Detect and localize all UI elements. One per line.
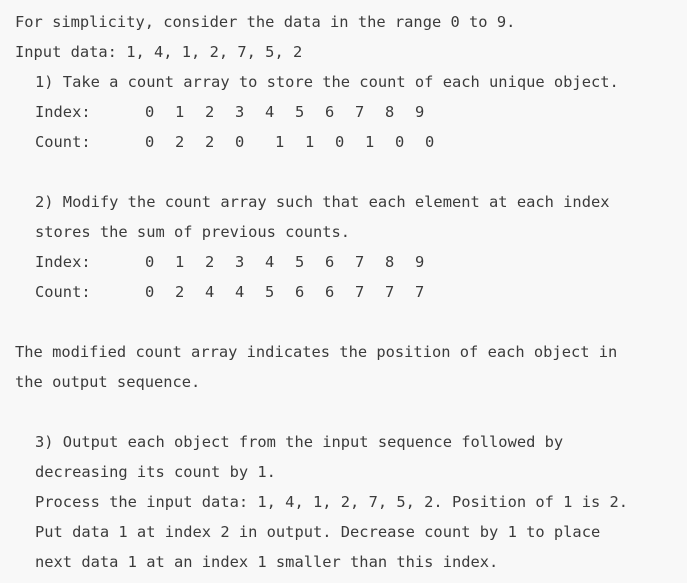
step1-text: 1) Take a count array to store the count… — [35, 73, 619, 91]
step1-index-value: 9 — [415, 103, 425, 121]
step2-line1: 2) Modify the count array such that each… — [35, 193, 610, 211]
step2-count-value: 0 — [145, 283, 155, 301]
step2-index-value: 4 — [265, 253, 275, 271]
step3-line1: 3) Output each object from the input seq… — [35, 433, 564, 451]
step2-index-value: 2 — [205, 253, 215, 271]
step2-count-value: 2 — [175, 283, 185, 301]
step2-index-value: 3 — [235, 253, 245, 271]
step1-index-value: 1 — [175, 103, 185, 121]
step1-count-label: Count: — [35, 133, 91, 151]
step1-count-value: 0 — [335, 133, 345, 151]
step1-index-value: 3 — [235, 103, 245, 121]
step1-count-value: 1 — [305, 133, 315, 151]
step1-count-value: 0 — [425, 133, 435, 151]
step1-index-value: 7 — [355, 103, 365, 121]
step1-index-value: 5 — [295, 103, 305, 121]
step2-index-value: 8 — [385, 253, 395, 271]
step2-line2: stores the sum of previous counts. — [35, 223, 351, 241]
step1-index-value: 8 — [385, 103, 395, 121]
step1-index-value: 0 — [145, 103, 155, 121]
step2-index-value: 6 — [325, 253, 335, 271]
step1-count-value: 0 — [235, 133, 245, 151]
step3-line5: next data 1 at an index 1 smaller than t… — [35, 553, 499, 571]
step3-line3: Process the input data: 1, 4, 1, 2, 7, 5… — [35, 493, 629, 511]
step2-index-value: 7 — [355, 253, 365, 271]
step1-index-value: 2 — [205, 103, 215, 121]
step1-index-label: Index: — [35, 103, 91, 121]
step3-line2: decreasing its count by 1. — [35, 463, 276, 481]
note-line2: the output sequence. — [15, 373, 201, 391]
step2-index-value: 9 — [415, 253, 425, 271]
step1-index-value: 6 — [325, 103, 335, 121]
note-line1: The modified count array indicates the p… — [15, 343, 618, 361]
document: For simplicity, consider the data in the… — [0, 0, 687, 583]
step2-index-value: 0 — [145, 253, 155, 271]
step2-count-value: 7 — [385, 283, 395, 301]
step2-count-value: 5 — [265, 283, 275, 301]
step2-index-value: 5 — [295, 253, 305, 271]
step2-count-value: 4 — [205, 283, 215, 301]
step2-count-value: 4 — [235, 283, 245, 301]
step2-index-value: 1 — [175, 253, 185, 271]
step3-line4: Put data 1 at index 2 in output. Decreas… — [35, 523, 601, 541]
step1-count-value: 0 — [145, 133, 155, 151]
step1-count-value: 2 — [175, 133, 185, 151]
step1-index-value: 4 — [265, 103, 275, 121]
step2-index-label: Index: — [35, 253, 91, 271]
step2-count-value: 6 — [295, 283, 305, 301]
step1-count-value: 2 — [205, 133, 215, 151]
intro-input-line: Input data: 1, 4, 1, 2, 7, 5, 2 — [15, 43, 303, 61]
intro-range-line: For simplicity, consider the data in the… — [15, 13, 516, 31]
step1-count-value: 1 — [275, 133, 285, 151]
step2-count-value: 7 — [415, 283, 425, 301]
step1-count-value: 1 — [365, 133, 375, 151]
step1-count-value: 0 — [395, 133, 405, 151]
step2-count-value: 7 — [355, 283, 365, 301]
step2-count-label: Count: — [35, 283, 91, 301]
step2-count-value: 6 — [325, 283, 335, 301]
